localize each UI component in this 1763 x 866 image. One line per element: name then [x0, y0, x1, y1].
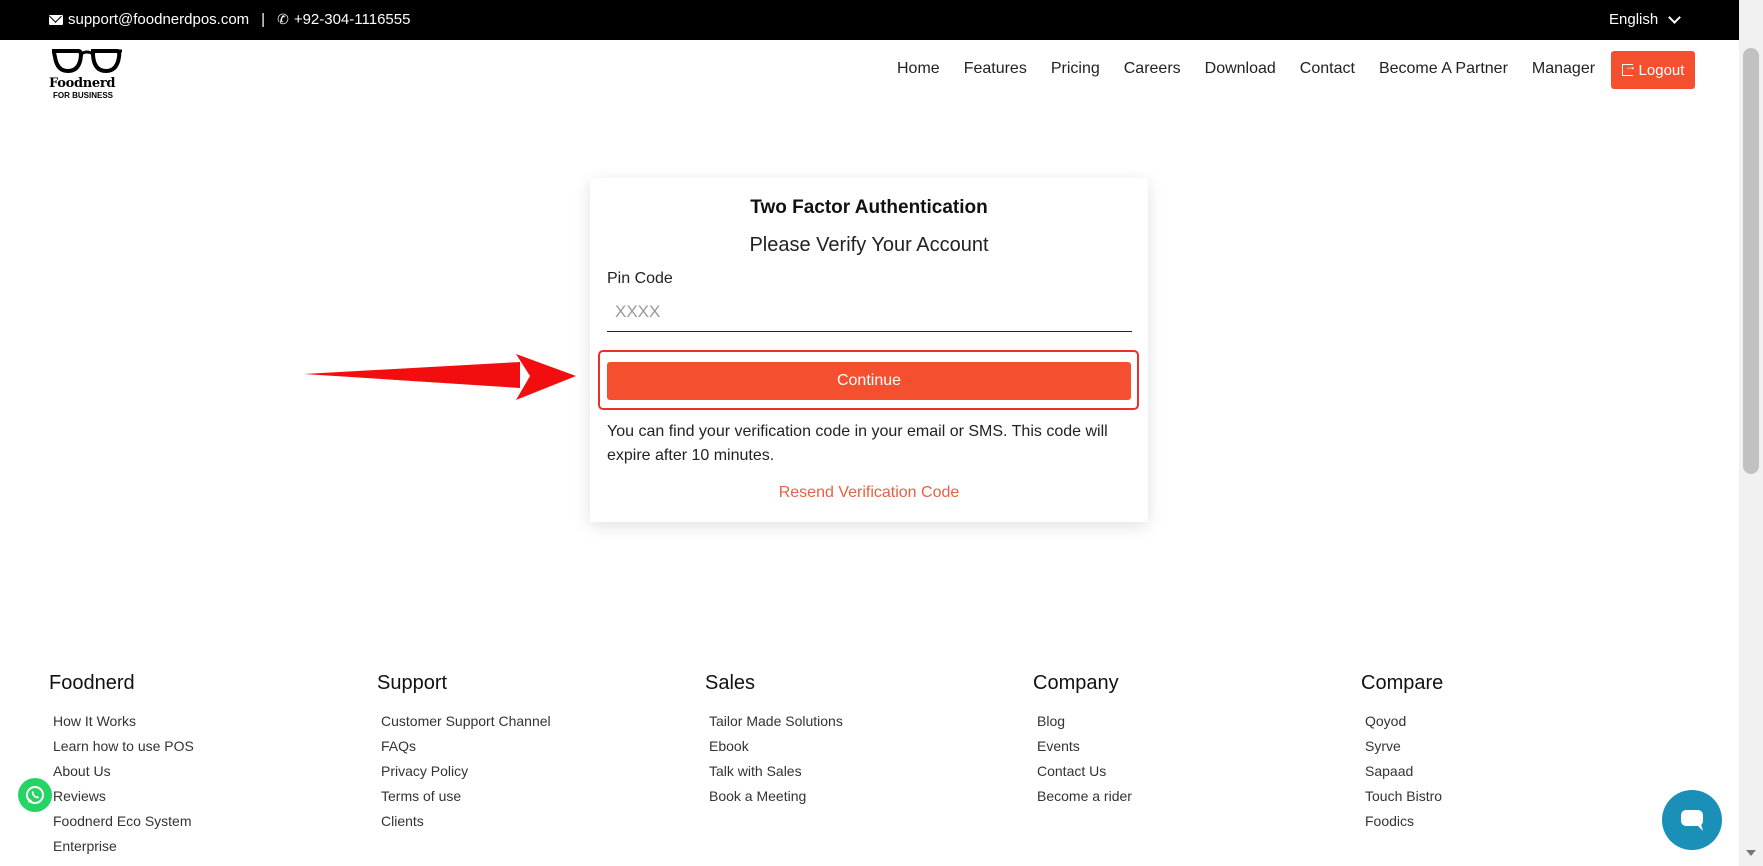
contact-info: support@foodnerdpos.com | ✆ +92-304-1116… [49, 11, 410, 28]
footer-link[interactable]: Privacy Policy [381, 759, 551, 784]
phone-text: +92-304-1116555 [293, 11, 411, 28]
footer-link[interactable]: Foodnerd Eco System [53, 809, 194, 834]
footer-link[interactable]: Become a rider [1037, 784, 1132, 809]
chat-icon [1681, 810, 1703, 831]
footer-link[interactable]: Blog [1037, 709, 1132, 734]
nav-become-a-partner[interactable]: Become A Partner [1379, 60, 1508, 78]
footer-link[interactable]: Talk with Sales [709, 759, 843, 784]
card-title: Two Factor Authentication [750, 197, 988, 218]
footer-link[interactable]: Ebook [709, 734, 843, 759]
footer-link[interactable]: Touch Bistro [1365, 784, 1443, 809]
language-selector[interactable]: English [1609, 11, 1682, 28]
logout-icon [1621, 59, 1637, 76]
resend-code-link[interactable]: Resend Verification Code [590, 484, 1148, 502]
footer-link[interactable]: FAQs [381, 734, 551, 759]
footer-link[interactable]: Learn how to use POS [53, 734, 194, 759]
footer-col-company: Company Blog Events Contact Us Become a … [1033, 672, 1132, 809]
logout-button[interactable]: Logout [1611, 51, 1695, 89]
footer-link[interactable]: Customer Support Channel [381, 709, 551, 734]
footer-link[interactable]: Terms of use [381, 784, 551, 809]
footer-link[interactable]: Tailor Made Solutions [709, 709, 843, 734]
foodnerd-logo[interactable]: Foodnerd FOR BUSINESS [49, 46, 124, 100]
footer-link[interactable]: Clients [381, 809, 551, 834]
footer-col-compare: Compare Qoyod Syrve Sapaad Touch Bistro … [1361, 672, 1443, 834]
two-factor-card: Two Factor Authentication Please Verify … [590, 178, 1148, 522]
email-text: support@foodnerdpos.com [68, 11, 250, 28]
footer-link[interactable]: Enterprise [53, 834, 194, 859]
continue-button[interactable]: Continue [607, 362, 1131, 400]
footer-col-foodnerd: Foodnerd How It Works Learn how to use P… [49, 672, 194, 859]
footer-link[interactable]: Contact Us [1037, 759, 1132, 784]
phone-icon: ✆ [277, 11, 289, 27]
whatsapp-icon [26, 786, 44, 804]
site-header: Foodnerd FOR BUSINESS Home Features Pric… [0, 40, 1739, 100]
pin-code-input[interactable] [607, 292, 1132, 332]
glasses-logo-icon [51, 49, 122, 74]
footer-col-support: Support Customer Support Channel FAQs Pr… [377, 672, 551, 834]
nav-manager[interactable]: Manager [1532, 60, 1595, 78]
whatsapp-button[interactable] [18, 778, 52, 812]
footer-link[interactable]: Events [1037, 734, 1132, 759]
language-label: English [1609, 11, 1659, 28]
footer-link[interactable]: Book a Meeting [709, 784, 843, 809]
nav-contact[interactable]: Contact [1300, 60, 1355, 78]
live-chat-button[interactable] [1662, 790, 1722, 850]
pin-code-label: Pin Code [607, 270, 673, 287]
logout-label: Logout [1638, 61, 1685, 79]
email-link[interactable]: support@foodnerdpos.com [49, 11, 249, 28]
scroll-down-arrow-icon[interactable] [1746, 850, 1756, 856]
footer-col-sales: Sales Tailor Made Solutions Ebook Talk w… [705, 672, 843, 809]
annotation-arrow [304, 354, 576, 400]
chevron-down-icon [1668, 11, 1682, 24]
footer-heading: Compare [1361, 672, 1444, 694]
contact-separator: | [261, 11, 266, 28]
footer-link[interactable]: Foodics [1365, 809, 1443, 834]
envelope-icon [49, 14, 63, 25]
footer-link[interactable]: Sapaad [1365, 759, 1443, 784]
logo-subtitle: FOR BUSINESS [53, 91, 114, 100]
card-subtitle: Please Verify Your Account [749, 234, 989, 256]
footer-link[interactable]: Qoyod [1365, 709, 1443, 734]
footer-link[interactable]: How It Works [53, 709, 194, 734]
nav-pricing[interactable]: Pricing [1051, 60, 1100, 78]
footer-heading: Company [1033, 672, 1119, 694]
footer-link[interactable]: About Us [53, 759, 194, 784]
logo-name: Foodnerd [49, 76, 116, 91]
main-nav: Home Features Pricing Careers Download C… [897, 60, 1604, 78]
scrollbar-thumb[interactable] [1743, 48, 1759, 474]
top-contact-bar: support@foodnerdpos.com | ✆ +92-304-1116… [0, 0, 1739, 40]
footer-heading: Sales [705, 672, 756, 694]
footer-link[interactable]: Reviews [53, 784, 194, 809]
nav-careers[interactable]: Careers [1124, 60, 1181, 78]
nav-features[interactable]: Features [964, 60, 1027, 78]
nav-download[interactable]: Download [1205, 60, 1276, 78]
page-scrollbar[interactable] [1739, 0, 1763, 866]
phone-link[interactable]: ✆ +92-304-1116555 [277, 11, 410, 28]
nav-home[interactable]: Home [897, 60, 940, 78]
footer-heading: Support [377, 672, 448, 694]
footer-heading: Foodnerd [49, 672, 135, 694]
verification-info-text: You can find your verification code in y… [607, 423, 1108, 464]
footer-link[interactable]: Syrve [1365, 734, 1443, 759]
